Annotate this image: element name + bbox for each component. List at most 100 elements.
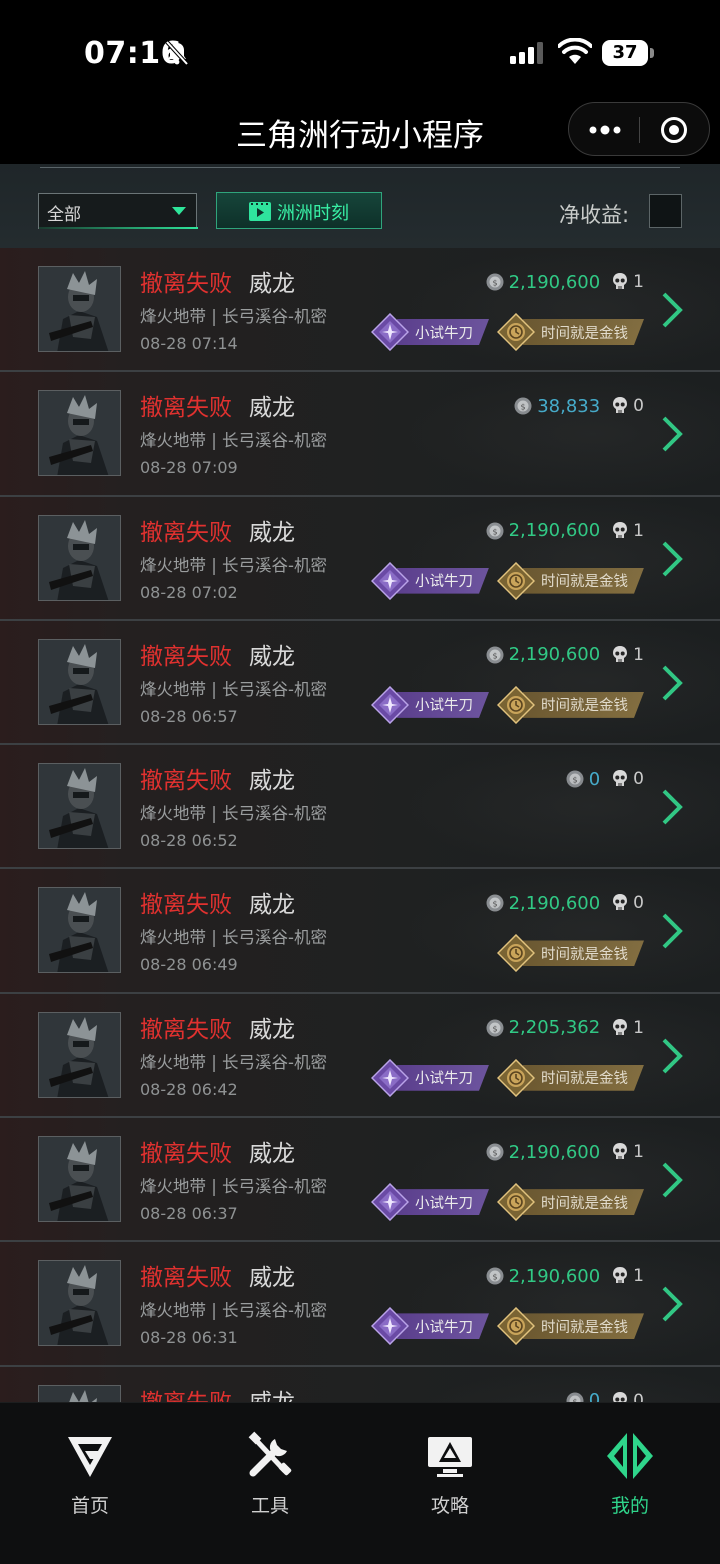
extraction-status: 撤离失败 [140,768,232,795]
badge-label: 小试牛刀 [397,319,489,345]
skull-icon [613,645,628,662]
moments-button[interactable]: 洲洲时刻 [216,192,382,229]
mode-filter-select[interactable]: 全部 [38,193,198,229]
haul-value: 38,833 [537,395,601,417]
nav-item-home[interactable]: 首页 [30,1431,150,1531]
coin-icon: $ [486,1143,504,1161]
operator-name: 威龙 [249,1016,295,1043]
haul-value: 2,190,600 [508,1265,601,1287]
match-record-row[interactable]: 撤离失败 威龙 烽火地带 | 长弓溪谷-机密 08-28 06:57 $2,190,60… [0,620,720,746]
svg-text:$: $ [492,900,497,909]
nav-label-home: 首页 [70,1495,109,1517]
nav-item-tools[interactable]: 工具 [210,1431,330,1531]
net-profit-checkbox[interactable] [649,194,682,228]
badge-row: 小试牛刀 时间就是金钱 [363,1183,644,1222]
badge-label: 时间就是金钱 [523,568,644,594]
chevron-right-icon[interactable] [660,1284,684,1324]
map-name: 烽火地带 | 长弓溪谷-机密 [140,804,328,824]
select-underline [39,227,198,229]
value-row: $2,190,600 1 [486,1263,644,1289]
match-record-row[interactable]: 撤离失败 威龙 烽火地带 | 长弓溪谷-机密 08-28 07:02 $2,190,60… [0,496,720,621]
badge-label: 小试牛刀 [397,1065,489,1091]
match-record-row[interactable]: 撤离失败 威龙 烽火地带 | 长弓溪谷-机密 08-28 06:52 $0 0 [0,745,720,870]
match-record-row[interactable]: 撤离失败 威龙 烽火地带 | 长弓溪谷-机密 08-28 07:14 $2,190,60… [0,248,720,373]
achievement-badge: 小试牛刀 [371,685,489,724]
badge-purple-emblem-icon [371,1307,409,1346]
more-icon[interactable] [585,117,625,143]
skull-icon [613,397,628,414]
match-time: 08-28 06:42 [140,1079,238,1099]
achievement-badge: 时间就是金钱 [497,685,644,724]
chevron-right-icon[interactable] [660,911,684,951]
title-bar: 三角洲行动小程序 [0,100,720,164]
chevron-right-icon[interactable] [660,539,684,579]
svg-text:$: $ [492,651,497,660]
home-logo-icon [68,1437,112,1477]
svg-text:$: $ [492,527,497,536]
value-row: $0 0 [566,1388,644,1402]
badge-purple-emblem-icon [371,1058,409,1097]
kill-count: 1 [633,1142,644,1163]
map-name: 烽火地带 | 长弓溪谷-机密 [140,679,328,699]
profile-logo-icon [607,1433,653,1479]
close-target-icon[interactable] [659,115,689,145]
nav-item-guide[interactable]: 攻略 [390,1431,510,1531]
haul-value: 2,190,600 [508,1141,601,1163]
coin-icon: $ [486,894,504,912]
match-record-row[interactable]: 撤离失败威龙 $0 0 [0,1366,720,1402]
operator-name: 威龙 [249,892,295,919]
chevron-right-icon[interactable] [660,663,684,703]
match-record-list: 撤离失败 威龙 烽火地带 | 长弓溪谷-机密 08-28 07:14 $2,190,60… [0,248,720,1402]
chevron-right-icon[interactable] [660,290,684,330]
battery-indicator: 37 [602,40,654,66]
extraction-status: 撤离失败 [140,271,232,297]
operator-name: 威龙 [249,1141,295,1168]
extraction-status: 撤离失败 [140,1265,232,1292]
coin-icon: $ [486,646,504,664]
operator-avatar [38,1384,121,1402]
match-record-row[interactable]: 撤离失败 威龙 烽火地带 | 长弓溪谷-机密 08-28 07:09 $38,833 0 [0,372,720,497]
kill-count: 1 [633,644,644,665]
operator-avatar [38,390,121,477]
nav-label-tools: 工具 [250,1495,289,1517]
battery-cap [650,48,654,58]
chevron-right-icon[interactable] [660,1036,684,1076]
achievement-badge: 时间就是金钱 [497,1058,644,1097]
kill-count: 1 [633,1266,644,1287]
kill-count: 0 [633,396,644,417]
badge-purple-emblem-icon [371,313,409,351]
haul-value: 0 [588,1390,601,1402]
operator-portrait-icon [39,267,120,351]
extraction-status: 撤离失败 [140,519,232,546]
haul-value: 2,190,600 [508,520,601,542]
operator-portrait-icon [39,1385,120,1402]
extraction-status: 撤离失败 [140,1016,232,1043]
nav-item-profile[interactable]: 我的 [570,1431,690,1531]
match-record-row[interactable]: 撤离失败 威龙 烽火地带 | 长弓溪谷-机密 08-28 06:37 $2,190,60… [0,1118,720,1243]
badge-label: 小试牛刀 [397,692,489,718]
badge-gold-emblem-icon [497,561,535,600]
chevron-right-icon[interactable] [660,787,684,827]
chevron-right-icon[interactable] [660,1160,684,1200]
kill-count: 1 [633,272,644,292]
extraction-status: 撤离失败 [140,643,232,670]
match-record-row[interactable]: 撤离失败 威龙 烽火地带 | 长弓溪谷-机密 08-28 06:31 $2,190,60… [0,1242,720,1367]
achievement-badge: 时间就是金钱 [497,1307,644,1346]
caret-down-icon [172,207,186,215]
achievement-badge: 时间就是金钱 [497,561,644,600]
operator-avatar [38,1260,121,1347]
moments-label: 洲洲时刻 [277,203,349,224]
operator-name: 威龙 [249,519,295,546]
haul-value: 2,205,362 [508,1017,601,1039]
badge-label: 时间就是金钱 [523,692,644,718]
operator-avatar [38,638,121,725]
badge-label: 小试牛刀 [397,568,489,594]
chevron-right-icon[interactable] [660,414,684,454]
achievement-badge: 时间就是金钱 [497,1183,644,1222]
operator-name: 威龙 [249,271,295,297]
match-record-row[interactable]: 撤离失败 威龙 烽火地带 | 长弓溪谷-机密 08-28 06:49 $2,190,60… [0,869,720,994]
match-record-row[interactable]: 撤离失败 威龙 烽火地带 | 长弓溪谷-机密 08-28 06:42 $2,205,36… [0,993,720,1119]
svg-text:$: $ [492,1024,497,1033]
filter-top-line [40,164,680,168]
svg-text:$: $ [572,776,577,785]
